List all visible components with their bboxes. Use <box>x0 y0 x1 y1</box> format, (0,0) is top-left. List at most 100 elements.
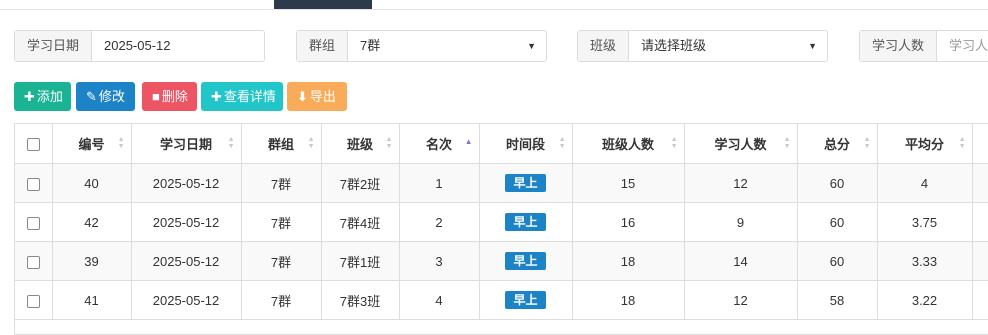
period-badge: 早上 <box>505 174 546 192</box>
column-header-label: 总分 <box>823 137 850 152</box>
sort-icon: ▲ ▼ <box>670 136 678 150</box>
cell-date: 2025-05-12 <box>131 280 242 320</box>
select-all-checkbox[interactable] <box>26 138 40 152</box>
cell-id: 42 <box>52 202 132 242</box>
cell-rank: 1 <box>399 163 480 203</box>
add-button[interactable]: ✚ 添加 <box>14 82 71 111</box>
cell-avg: 3.33 <box>877 241 973 281</box>
group-select-value: 7群 <box>360 38 381 53</box>
edit-button[interactable]: ✎ 修改 <box>76 82 135 111</box>
column-header-label: 时间段 <box>505 137 545 152</box>
study-count-input[interactable]: 学习人 <box>937 31 988 61</box>
date-input[interactable]: 2025-05-12 <box>92 31 264 61</box>
cell-class: 7群1班 <box>321 241 400 281</box>
column-header-label: 学习日期 <box>159 137 212 152</box>
cell-class: 7群4班 <box>321 202 400 242</box>
cell-rank: 4 <box>399 280 480 320</box>
delete-button[interactable]: ■ 删除 <box>142 82 197 111</box>
cell-study-count: 12 <box>684 280 798 320</box>
row-checkbox[interactable] <box>26 216 40 230</box>
plus-icon: ✚ <box>211 89 222 104</box>
row-checkbox[interactable] <box>26 177 40 191</box>
top-tab-bar <box>0 0 988 10</box>
group-filter-label: 群组 <box>297 31 349 61</box>
class-filter-label: 班级 <box>578 31 630 61</box>
data-table: 编号 ▲ ▼ 学习日期 ▲ ▼ 群组 ▲ ▼ 班级 ▲ ▼ 名次 ▲ 时间段 ▲ ▼ 班级人数 ▲ ▼ 学… <box>14 123 988 335</box>
row-select-cell <box>15 202 53 242</box>
column-header-total[interactable]: 总分 ▲ ▼ <box>797 124 878 164</box>
column-header-period[interactable]: 时间段 ▲ ▼ <box>479 124 573 164</box>
active-tab-indicator[interactable] <box>274 0 372 9</box>
cell-period: 早上 <box>479 202 573 242</box>
column-header-avg[interactable]: 平均分 ▲ ▼ <box>877 124 973 164</box>
cell-total: 60 <box>797 241 878 281</box>
column-header-group[interactable]: 群组 ▲ ▼ <box>241 124 322 164</box>
chevron-down-icon: ▼ <box>808 41 817 51</box>
cell-overflow <box>972 241 988 281</box>
table-row[interactable]: 39 2025-05-12 7群 7群1班 3 早上 18 14 60 3.33 <box>15 241 988 281</box>
group-select[interactable]: 7群 ▼ <box>348 31 546 61</box>
sort-icon: ▲ ▼ <box>783 136 791 150</box>
column-header-study-count[interactable]: 学习人数 ▲ ▼ <box>684 124 798 164</box>
sort-icon: ▲ ▼ <box>863 136 871 150</box>
cell-class: 7群2班 <box>321 163 400 203</box>
column-header-date[interactable]: 学习日期 ▲ ▼ <box>131 124 242 164</box>
column-header-rank[interactable]: 名次 ▲ <box>399 124 480 164</box>
cell-group: 7群 <box>241 163 322 203</box>
edit-button-label: 修改 <box>98 89 125 104</box>
cell-rank: 2 <box>399 202 480 242</box>
cell-overflow <box>972 280 988 320</box>
sort-icon: ▲ ▼ <box>558 136 566 150</box>
column-header-overflow <box>972 124 988 164</box>
cell-period: 早上 <box>479 241 573 281</box>
cell-total: 58 <box>797 280 878 320</box>
row-checkbox[interactable] <box>26 294 40 308</box>
row-select-cell <box>15 163 53 203</box>
sort-ascending-icon: ▲ <box>464 137 473 146</box>
period-badge: 早上 <box>505 252 546 270</box>
date-filter: 学习日期 2025-05-12 <box>14 30 265 62</box>
pencil-icon: ✎ <box>86 89 97 104</box>
column-header-label: 平均分 <box>904 137 944 152</box>
date-filter-label: 学习日期 <box>15 31 93 61</box>
cell-overflow <box>972 202 988 242</box>
row-checkbox[interactable] <box>26 255 40 269</box>
cell-avg: 4 <box>877 163 973 203</box>
cell-class-size: 18 <box>572 280 685 320</box>
plus-icon: ✚ <box>24 89 35 104</box>
table-row[interactable]: 40 2025-05-12 7群 7群2班 1 早上 15 12 60 4 <box>15 163 988 203</box>
column-header-label: 学习人数 <box>714 137 767 152</box>
cell-avg: 3.75 <box>877 202 973 242</box>
column-header-label: 名次 <box>425 137 452 152</box>
cell-total: 60 <box>797 202 878 242</box>
cell-avg: 3.22 <box>877 280 973 320</box>
class-select[interactable]: 请选择班级 ▼ <box>629 31 827 61</box>
cell-class-size: 18 <box>572 241 685 281</box>
class-filter: 班级 请选择班级 ▼ <box>577 30 828 62</box>
sort-icon: ▲ ▼ <box>385 136 393 150</box>
sort-icon: ▲ ▼ <box>958 136 966 150</box>
cell-overflow <box>972 163 988 203</box>
view-detail-button[interactable]: ✚ 查看详情 <box>201 82 283 111</box>
cell-group: 7群 <box>241 241 322 281</box>
period-badge: 早上 <box>505 213 546 231</box>
study-count-filter: 学习人数 学习人 <box>859 30 988 62</box>
cell-id: 39 <box>52 241 132 281</box>
cell-rank: 3 <box>399 241 480 281</box>
group-filter: 群组 7群 ▼ <box>296 30 547 62</box>
column-header-label: 班级 <box>346 137 373 152</box>
sort-icon: ▲ ▼ <box>307 136 315 150</box>
cell-study-count: 9 <box>684 202 798 242</box>
table-row[interactable]: 41 2025-05-12 7群 7群3班 4 早上 18 12 58 3.22 <box>15 280 988 320</box>
cell-study-count: 14 <box>684 241 798 281</box>
class-select-placeholder: 请选择班级 <box>641 38 707 53</box>
cell-total: 60 <box>797 163 878 203</box>
row-select-cell <box>15 241 53 281</box>
cell-period: 早上 <box>479 163 573 203</box>
column-header-class-size[interactable]: 班级人数 ▲ ▼ <box>572 124 685 164</box>
cell-period: 早上 <box>479 280 573 320</box>
column-header-class[interactable]: 班级 ▲ ▼ <box>321 124 400 164</box>
export-button[interactable]: ⬇ 导出 <box>287 82 347 111</box>
table-row[interactable]: 42 2025-05-12 7群 7群4班 2 早上 16 9 60 3.75 <box>15 202 988 242</box>
column-header-id[interactable]: 编号 ▲ ▼ <box>52 124 132 164</box>
